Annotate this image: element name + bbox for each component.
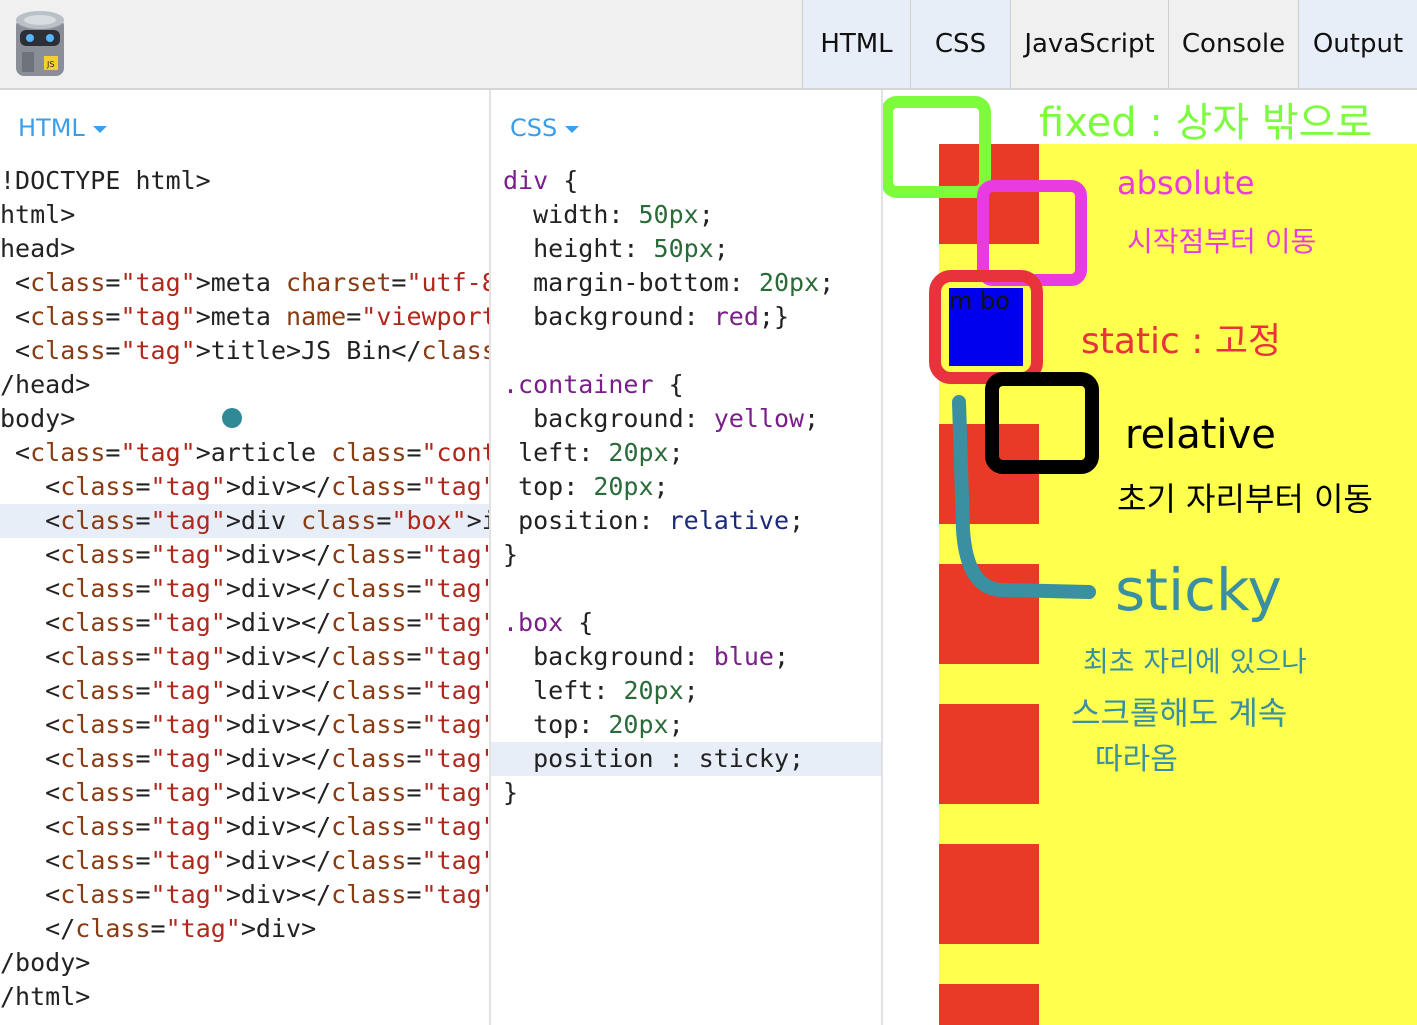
sticky-desc-line2: 스크롤해도 계속 [1071, 694, 1288, 732]
static-label: static : 고정 [1081, 321, 1282, 362]
html-code-line[interactable]: <class="tag">div></class="tag">div> [0, 810, 489, 844]
tab-javascript-label: JavaScript [1024, 29, 1155, 59]
html-code-editor[interactable]: !DOCTYPE html> html> head> <class="tag">me… [0, 164, 489, 1014]
css-code-line[interactable]: background: yellow;​ [491, 402, 881, 436]
jsbin-logo-icon[interactable]: JS [12, 8, 68, 80]
panel-tabs: HTML CSS JavaScript Console Output [802, 0, 1417, 88]
html-code-line[interactable]: </class="tag">div> [0, 912, 489, 946]
tab-console[interactable]: Console [1168, 0, 1298, 88]
css-code-line[interactable]: left: 20px;​ [491, 436, 881, 470]
tab-html-label: HTML [820, 29, 893, 59]
tab-output[interactable]: Output [1298, 0, 1417, 88]
html-code-line[interactable]: <class="tag">div></class="tag">div> [0, 844, 489, 878]
tab-javascript[interactable]: JavaScript [1010, 0, 1168, 88]
css-code-line[interactable]: .box {​ [491, 606, 881, 640]
html-code-line[interactable]: <class="tag">meta charset="utf-8"> [0, 266, 489, 300]
html-code-line[interactable]: !DOCTYPE html> [0, 164, 489, 198]
html-code-line[interactable]: <class="tag">div></class="tag">div> [0, 538, 489, 572]
fixed-label: fixed : 상자 밖으로 [1039, 100, 1373, 146]
css-code-line[interactable]: top: 20px;​ [491, 708, 881, 742]
html-code-line[interactable]: <class="tag">title>JS Bin</class="tag">t… [0, 334, 489, 368]
html-panel-label: HTML [18, 114, 85, 142]
sticky-desc-line1: 최초 자리에 있으나 [1083, 645, 1307, 678]
absolute-label: absolute [1117, 164, 1255, 202]
css-code-line[interactable]: position: relative;​ [491, 504, 881, 538]
html-code-line[interactable]: <class="tag">div></class="tag">div> [0, 640, 489, 674]
css-code-line[interactable]: }​ [491, 538, 881, 572]
tab-console-label: Console [1181, 29, 1286, 59]
sticky-label: sticky [1115, 556, 1282, 624]
css-code-line[interactable]: top: 20px;​ [491, 470, 881, 504]
html-code-line[interactable]: <class="tag">div></class="tag">div> [0, 572, 489, 606]
html-code-line[interactable]: <class="tag">div></class="tag">div> [0, 708, 489, 742]
html-code-line[interactable]: body> [0, 402, 489, 436]
html-code-line[interactable]: <class="tag">div></class="tag">div> [0, 878, 489, 912]
css-code-line[interactable]: ​ [491, 334, 881, 368]
html-panel-menu[interactable]: HTML [18, 114, 107, 142]
output-panel[interactable]: m bo fixed : 상자 밖으로 absolute 시작점부터 이동 st… [883, 90, 1417, 1025]
tab-output-label: Output [1312, 29, 1404, 59]
logo-badge: JS [46, 60, 54, 69]
html-code-line[interactable]: <class="tag">article class="container"> [0, 436, 489, 470]
css-code-line[interactable]: left: 20px;​ [491, 674, 881, 708]
chevron-down-icon [565, 125, 580, 133]
tab-css-label: CSS [934, 29, 987, 59]
html-code-line[interactable]: <class="tag">div></class="tag">div> [0, 742, 489, 776]
html-code-line[interactable]: /body> [0, 946, 489, 980]
css-code-editor[interactable]: div {​ width: 50px;​ height: 50px;​ marg… [491, 164, 881, 810]
css-code-line[interactable]: background: red;}​ [491, 300, 881, 334]
css-panel-label: CSS [510, 114, 558, 142]
css-code-line[interactable]: }​ [491, 776, 881, 810]
css-code-line[interactable]: width: 50px;​ [491, 198, 881, 232]
html-code-line[interactable]: <class="tag">div></class="tag">div> [0, 606, 489, 640]
css-code-line[interactable]: .container {​ [491, 368, 881, 402]
css-panel-menu[interactable]: CSS [510, 114, 580, 142]
html-code-line[interactable]: <class="tag">div></class="tag">div> [0, 776, 489, 810]
css-code-line[interactable]: position : sticky;​ [491, 742, 881, 776]
css-code-line[interactable]: height: 50px;​ [491, 232, 881, 266]
html-code-line[interactable]: html> [0, 198, 489, 232]
css-code-line[interactable]: ​ [491, 572, 881, 606]
tab-css[interactable]: CSS [910, 0, 1010, 88]
relative-label: relative [1125, 412, 1276, 458]
html-code-line[interactable]: /head> [0, 368, 489, 402]
tab-html[interactable]: HTML [802, 0, 910, 88]
chevron-down-icon [92, 125, 107, 133]
html-code-line[interactable]: /html> [0, 980, 489, 1014]
css-code-line[interactable]: margin-bottom: 20px;​ [491, 266, 881, 300]
relative-desc: 초기 자리부터 이동 [1117, 480, 1373, 518]
sticky-desc-line3: 따라옴 [1095, 742, 1178, 777]
cursor-dot-marker [222, 408, 242, 428]
absolute-desc: 시작점부터 이동 [1127, 225, 1317, 258]
html-code-line[interactable]: <class="tag">div></class="tag">div> [0, 674, 489, 708]
html-code-line[interactable]: <class="tag">meta name="viewport" conten… [0, 300, 489, 334]
css-code-line[interactable]: background: blue;​ [491, 640, 881, 674]
css-panel[interactable]: CSS div {​ width: 50px;​ height: 50px;​ … [491, 90, 883, 1025]
html-code-line[interactable]: head> [0, 232, 489, 266]
toolbar: JS HTML CSS JavaScript Console Output [0, 0, 1417, 90]
css-code-line[interactable]: div {​ [491, 164, 881, 198]
html-code-line[interactable]: <class="tag">div class="box">i'm box</ [0, 504, 489, 538]
html-panel[interactable]: HTML !DOCTYPE html> html> head> <class="ta… [0, 90, 491, 1025]
html-code-line[interactable]: <class="tag">div></class="tag">div> [0, 470, 489, 504]
